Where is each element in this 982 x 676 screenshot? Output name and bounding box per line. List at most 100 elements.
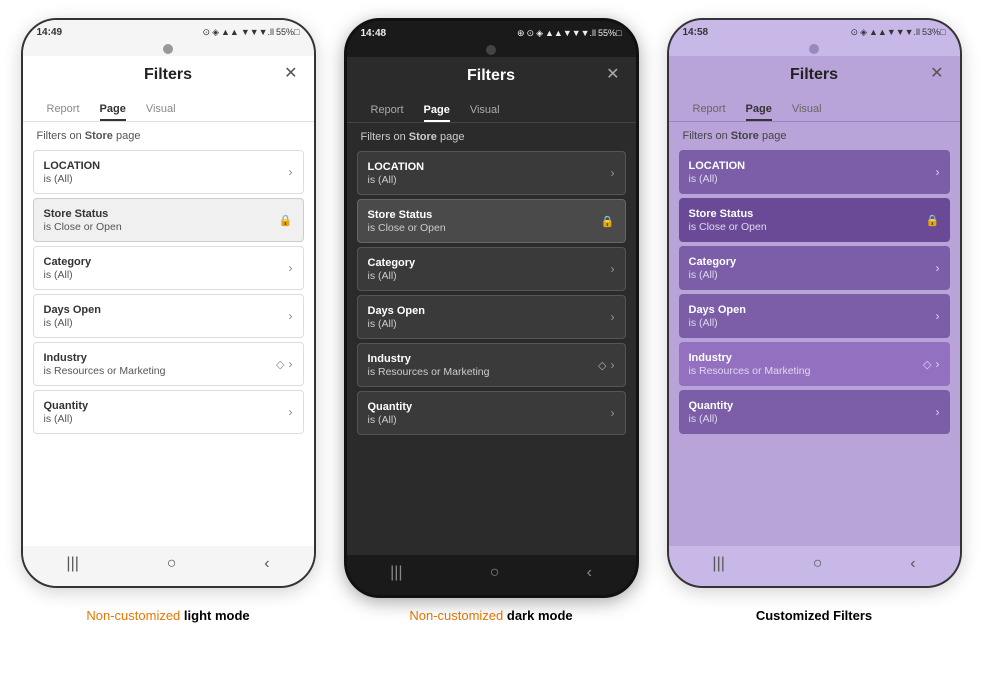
purple-phone-wrapper: 14:58 ⊙ ◈ ▲▲▼▼▼.ll 53%□ Filters ✕	[667, 18, 962, 588]
tabs-light: Report Page Visual	[23, 90, 314, 122]
tab-page-dark[interactable]: Page	[414, 104, 460, 122]
nav-back-dark[interactable]: |||	[390, 564, 402, 582]
notch-purple	[669, 42, 960, 56]
filter-industry-dark[interactable]: Industry is Resources or Marketing ◇ ›	[357, 343, 626, 387]
subtitle-light: Filters on Store page	[23, 122, 314, 146]
dark-phone: 14:48 ⊕ ⊙ ◈ ▲▲▼▼▼.ll 55%□ Filters ✕	[344, 18, 639, 598]
close-btn-purple[interactable]: ✕	[930, 63, 943, 83]
nav-back-light[interactable]: |||	[66, 555, 78, 573]
filter-industry-light[interactable]: Industry is Resources or Marketing ◇ ›	[33, 342, 304, 386]
chevron-category-purple: ›	[936, 261, 940, 275]
status-icons-dark: ⊕ ⊙ ◈ ▲▲▼▼▼.ll 55%□	[517, 28, 622, 39]
filter-quantity-dark[interactable]: Quantity is (All) ›	[357, 391, 626, 435]
bottom-nav-light: ||| ○ ‹	[23, 546, 314, 586]
chevron-location-dark: ›	[611, 166, 615, 180]
filter-storestatus-purple[interactable]: Store Status is Close or Open 🔒	[679, 198, 950, 242]
bookmark-industry-dark: ◇	[598, 359, 606, 372]
chevron-category-dark: ›	[611, 262, 615, 276]
phones-container: 14:49 ⊙ ◈ ▲▲ ▼▼▼.ll 55%□ Filters ✕	[0, 0, 982, 598]
camera-purple	[809, 44, 819, 54]
caption-light: Non-customized light mode	[21, 608, 316, 623]
time-dark: 14:48	[361, 28, 387, 39]
filter-daysopen-purple[interactable]: Days Open is (All) ›	[679, 294, 950, 338]
nav-home-dark[interactable]: ○	[490, 564, 500, 582]
filter-quantity-purple[interactable]: Quantity is (All) ›	[679, 390, 950, 434]
nav-recent-light[interactable]: ‹	[264, 555, 269, 573]
lock-storestatus-dark: 🔒	[601, 215, 615, 228]
status-bar-purple: 14:58 ⊙ ◈ ▲▲▼▼▼.ll 53%□	[669, 20, 960, 42]
time-purple: 14:58	[683, 27, 709, 38]
close-btn-light[interactable]: ✕	[284, 63, 297, 83]
tab-page-light[interactable]: Page	[90, 103, 136, 121]
panel-title-light: Filters	[144, 66, 192, 84]
status-icons-light: ⊙ ◈ ▲▲ ▼▼▼.ll 55%□	[203, 27, 300, 38]
tabs-dark: Report Page Visual	[347, 91, 636, 123]
chevron-daysopen-dark: ›	[611, 310, 615, 324]
tab-page-purple[interactable]: Page	[736, 103, 782, 121]
tab-report-purple[interactable]: Report	[683, 103, 736, 121]
subtitle-purple: Filters on Store page	[669, 122, 960, 146]
lock-storestatus-light: 🔒	[279, 214, 293, 227]
purple-phone: 14:58 ⊙ ◈ ▲▲▼▼▼.ll 53%□ Filters ✕	[667, 18, 962, 588]
nav-home-light[interactable]: ○	[167, 555, 177, 573]
status-bar-dark: 14:48 ⊕ ⊙ ◈ ▲▲▼▼▼.ll 55%□	[347, 21, 636, 43]
filter-storestatus-light[interactable]: Store Status is Close or Open 🔒	[33, 198, 304, 242]
nav-recent-dark[interactable]: ‹	[587, 564, 592, 582]
nav-recent-purple[interactable]: ‹	[910, 555, 915, 573]
bottom-nav-dark: ||| ○ ‹	[347, 555, 636, 595]
panel-light: Filters ✕ Report Page Visual Filters on …	[23, 56, 314, 546]
chevron-quantity-light: ›	[289, 405, 293, 419]
status-bar-light: 14:49 ⊙ ◈ ▲▲ ▼▼▼.ll 55%□	[23, 20, 314, 42]
filter-category-dark[interactable]: Category is (All) ›	[357, 247, 626, 291]
filter-quantity-light[interactable]: Quantity is (All) ›	[33, 390, 304, 434]
filter-category-purple[interactable]: Category is (All) ›	[679, 246, 950, 290]
chevron-industry-light: ›	[289, 357, 293, 371]
bookmark-industry-light: ◇	[276, 358, 284, 371]
bottom-nav-purple: ||| ○ ‹	[669, 546, 960, 586]
tab-report-light[interactable]: Report	[37, 103, 90, 121]
chevron-location-light: ›	[289, 165, 293, 179]
panel-title-dark: Filters	[467, 67, 515, 85]
filter-daysopen-dark[interactable]: Days Open is (All) ›	[357, 295, 626, 339]
lock-storestatus-purple: 🔒	[926, 214, 940, 227]
close-btn-dark[interactable]: ✕	[606, 64, 619, 84]
panel-header-purple: Filters ✕	[669, 56, 960, 90]
light-phone: 14:49 ⊙ ◈ ▲▲ ▼▼▼.ll 55%□ Filters ✕	[21, 18, 316, 588]
subtitle-dark: Filters on Store page	[347, 123, 636, 147]
panel-title-purple: Filters	[790, 66, 838, 84]
status-icons-purple: ⊙ ◈ ▲▲▼▼▼.ll 53%□	[851, 27, 946, 38]
time-light: 14:49	[37, 27, 63, 38]
filter-industry-purple[interactable]: Industry is Resources or Marketing ◇ ›	[679, 342, 950, 386]
tab-visual-light[interactable]: Visual	[136, 103, 186, 121]
bookmark-industry-purple: ◇	[923, 358, 931, 371]
notch-light	[23, 42, 314, 56]
chevron-daysopen-light: ›	[289, 309, 293, 323]
panel-header-light: Filters ✕	[23, 56, 314, 90]
captions-row: Non-customized light mode Non-customized…	[0, 598, 982, 623]
filter-location-dark[interactable]: LOCATION is (All) ›	[357, 151, 626, 195]
chevron-category-light: ›	[289, 261, 293, 275]
tab-report-dark[interactable]: Report	[361, 104, 414, 122]
tabs-purple: Report Page Visual	[669, 90, 960, 122]
chevron-industry-dark: ›	[611, 358, 615, 372]
filter-location-light[interactable]: LOCATION is (All) ›	[33, 150, 304, 194]
chevron-location-purple: ›	[936, 165, 940, 179]
filter-storestatus-dark[interactable]: Store Status is Close or Open 🔒	[357, 199, 626, 243]
panel-dark: Filters ✕ Report Page Visual Filters on …	[347, 57, 636, 555]
panel-purple: Filters ✕ Report Page Visual Filters on …	[669, 56, 960, 546]
dark-phone-wrapper: 14:48 ⊕ ⊙ ◈ ▲▲▼▼▼.ll 55%□ Filters ✕	[344, 18, 639, 598]
filter-daysopen-light[interactable]: Days Open is (All) ›	[33, 294, 304, 338]
caption-custom: Customized Filters	[667, 608, 962, 623]
nav-home-purple[interactable]: ○	[813, 555, 823, 573]
panel-header-dark: Filters ✕	[347, 57, 636, 91]
chevron-industry-purple: ›	[936, 357, 940, 371]
nav-back-purple[interactable]: |||	[712, 555, 724, 573]
camera-dark	[486, 45, 496, 55]
tab-visual-dark[interactable]: Visual	[460, 104, 510, 122]
chevron-quantity-purple: ›	[936, 405, 940, 419]
camera-light	[163, 44, 173, 54]
tab-visual-purple[interactable]: Visual	[782, 103, 832, 121]
filter-category-light[interactable]: Category is (All) ›	[33, 246, 304, 290]
chevron-quantity-dark: ›	[611, 406, 615, 420]
filter-location-purple[interactable]: LOCATION is (All) ›	[679, 150, 950, 194]
